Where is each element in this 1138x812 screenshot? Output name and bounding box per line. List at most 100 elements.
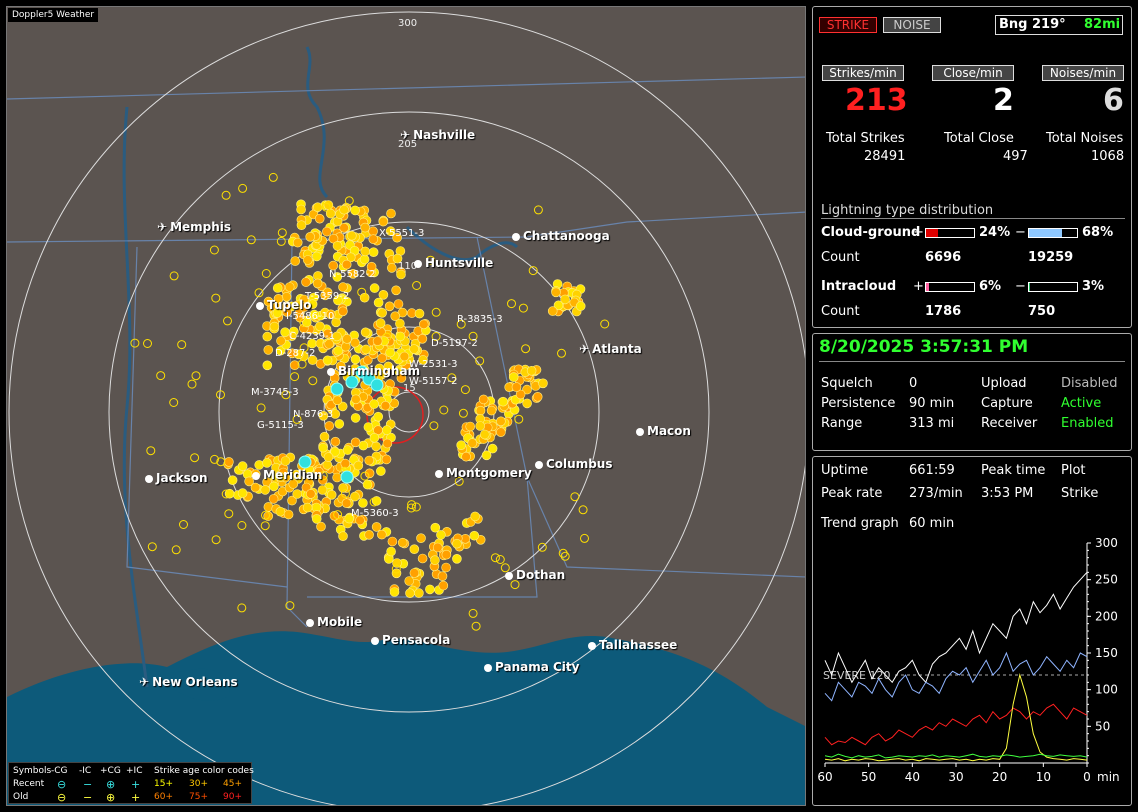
track-label[interactable]: X-5551-3 xyxy=(379,228,424,239)
strike-marker xyxy=(521,344,531,354)
old-minus-cg-icon: ⊖ xyxy=(57,791,67,804)
strike-marker xyxy=(384,301,395,312)
city-dot-icon xyxy=(588,641,596,650)
strike-marker xyxy=(237,488,248,498)
legend-col-minus-cg: -CG xyxy=(51,766,68,776)
track-label[interactable]: W-2531-3 xyxy=(409,359,458,370)
strike-marker xyxy=(311,251,322,262)
strike-marker xyxy=(338,531,348,542)
strike-marker xyxy=(381,425,392,435)
city-chattanooga[interactable]: Chattanooga xyxy=(512,229,610,243)
legend-col-plus-cg: +CG xyxy=(100,766,121,776)
strike-marker xyxy=(378,216,389,227)
strike-marker xyxy=(533,205,543,215)
strike-marker xyxy=(405,588,415,599)
track-label[interactable]: C-4239-1 xyxy=(289,331,335,342)
track-label[interactable]: R-3835-3 xyxy=(457,314,503,325)
trend-series-0 xyxy=(824,571,1088,684)
track-label[interactable]: W-5157-2 xyxy=(409,376,458,387)
city-new-orleans[interactable]: ✈ New Orleans xyxy=(139,675,238,689)
strike-button[interactable]: STRIKE xyxy=(819,17,877,33)
strike-marker xyxy=(373,411,384,422)
strike-marker xyxy=(360,246,371,257)
city-columbus[interactable]: Columbus xyxy=(535,457,613,471)
distribution-title: Lightning type distribution xyxy=(821,203,1125,219)
cg-minus-bar xyxy=(1028,228,1078,238)
ic-plus-sign: + xyxy=(913,279,924,294)
strike-marker xyxy=(377,307,388,318)
track-label[interactable]: N-5582-2 xyxy=(329,269,376,280)
city-macon[interactable]: Macon xyxy=(636,424,691,438)
strike-marker xyxy=(147,542,157,552)
lightning-map[interactable]: Doppler5 Weather 300 205 110 15 ✈ Nashvil… xyxy=(6,6,806,806)
ic-minus-bar xyxy=(1028,282,1078,292)
city-memphis[interactable]: ✈ Memphis xyxy=(157,220,231,234)
legend-age-label: Strike age color codes xyxy=(154,766,254,776)
track-label[interactable]: T-5359-2 xyxy=(305,291,349,302)
strike-marker xyxy=(460,385,470,395)
track-label[interactable]: I-5486-10 xyxy=(286,311,334,322)
strike-marker xyxy=(369,432,380,443)
city-tallahassee[interactable]: Tallahassee xyxy=(588,638,677,652)
city-atlanta[interactable]: ✈ Atlanta xyxy=(579,342,642,356)
city-label: Panama City xyxy=(495,660,580,674)
city-pensacola[interactable]: Pensacola xyxy=(371,633,450,647)
city-mobile[interactable]: Mobile xyxy=(306,615,362,629)
cg-minus-percent: 68% xyxy=(1082,225,1114,240)
strike-marker xyxy=(302,502,313,513)
airport-icon: ✈ xyxy=(579,342,590,356)
track-label[interactable]: M-5360-3 xyxy=(351,508,399,519)
uptime-label: Uptime xyxy=(821,463,869,478)
strike-marker xyxy=(359,254,370,265)
plot-value[interactable]: Strike xyxy=(1061,486,1098,501)
strike-marker xyxy=(416,533,426,544)
ic-plus-percent: 6% xyxy=(979,279,1002,294)
city-jackson[interactable]: Jackson xyxy=(145,471,208,485)
city-dot-icon xyxy=(636,427,644,436)
city-nashville[interactable]: ✈ Nashville xyxy=(400,128,475,142)
strike-marker xyxy=(280,456,291,466)
strike-marker xyxy=(290,372,300,382)
close-min-button[interactable]: Close/min xyxy=(932,65,1014,81)
track-label[interactable]: M-3745-3 xyxy=(251,387,299,398)
strikes-min-button[interactable]: Strikes/min xyxy=(822,65,904,81)
trend-graph: 3002502001501005060 50 40 30 20 10 0 minSEVERE … xyxy=(817,536,1119,784)
city-huntsville[interactable]: Huntsville xyxy=(414,256,493,270)
city-montgomery[interactable]: Montgomery xyxy=(435,466,532,480)
track-label[interactable]: G-5115-3 xyxy=(257,420,304,431)
recent-plus-ic-icon: + xyxy=(131,778,141,791)
strike-marker xyxy=(262,331,273,342)
city-meridian[interactable]: Meridian xyxy=(252,468,322,482)
strike-marker xyxy=(371,522,382,532)
receiver-value: Enabled xyxy=(1061,416,1114,431)
airport-icon: ✈ xyxy=(157,220,168,234)
strike-marker xyxy=(376,529,387,540)
strike-marker xyxy=(386,263,397,273)
city-label: Memphis xyxy=(170,220,232,234)
strike-marker xyxy=(237,521,247,530)
strike-marker xyxy=(458,408,468,418)
strike-marker xyxy=(538,378,548,389)
strike-marker xyxy=(323,452,334,462)
strike-marker xyxy=(269,481,279,492)
total-strikes-value: 28491 xyxy=(864,149,906,164)
noises-per-min: 6 xyxy=(1103,83,1124,118)
city-dothan[interactable]: Dothan xyxy=(505,568,565,582)
strike-marker xyxy=(475,405,486,416)
total-close-label: Total Close xyxy=(944,131,1014,146)
track-label[interactable]: D-287-2 xyxy=(275,348,315,359)
strike-marker xyxy=(468,608,478,618)
noise-button[interactable]: NOISE xyxy=(883,17,941,33)
strike-marker xyxy=(224,457,234,467)
city-birmingham[interactable]: Birmingham xyxy=(327,364,420,378)
city-tupelo[interactable]: Tupelo xyxy=(256,298,312,312)
track-label[interactable]: N-876-3 xyxy=(293,409,333,420)
trend-series-2 xyxy=(824,703,1088,746)
upload-value: Disabled xyxy=(1061,376,1118,391)
noises-min-button[interactable]: Noises/min xyxy=(1042,65,1124,81)
ring-label-300: 300 xyxy=(398,18,418,29)
city-panama-city[interactable]: Panama City xyxy=(484,660,579,674)
city-dot-icon xyxy=(327,367,335,376)
strike-marker xyxy=(369,283,380,293)
track-label[interactable]: D-5197-2 xyxy=(431,338,478,349)
